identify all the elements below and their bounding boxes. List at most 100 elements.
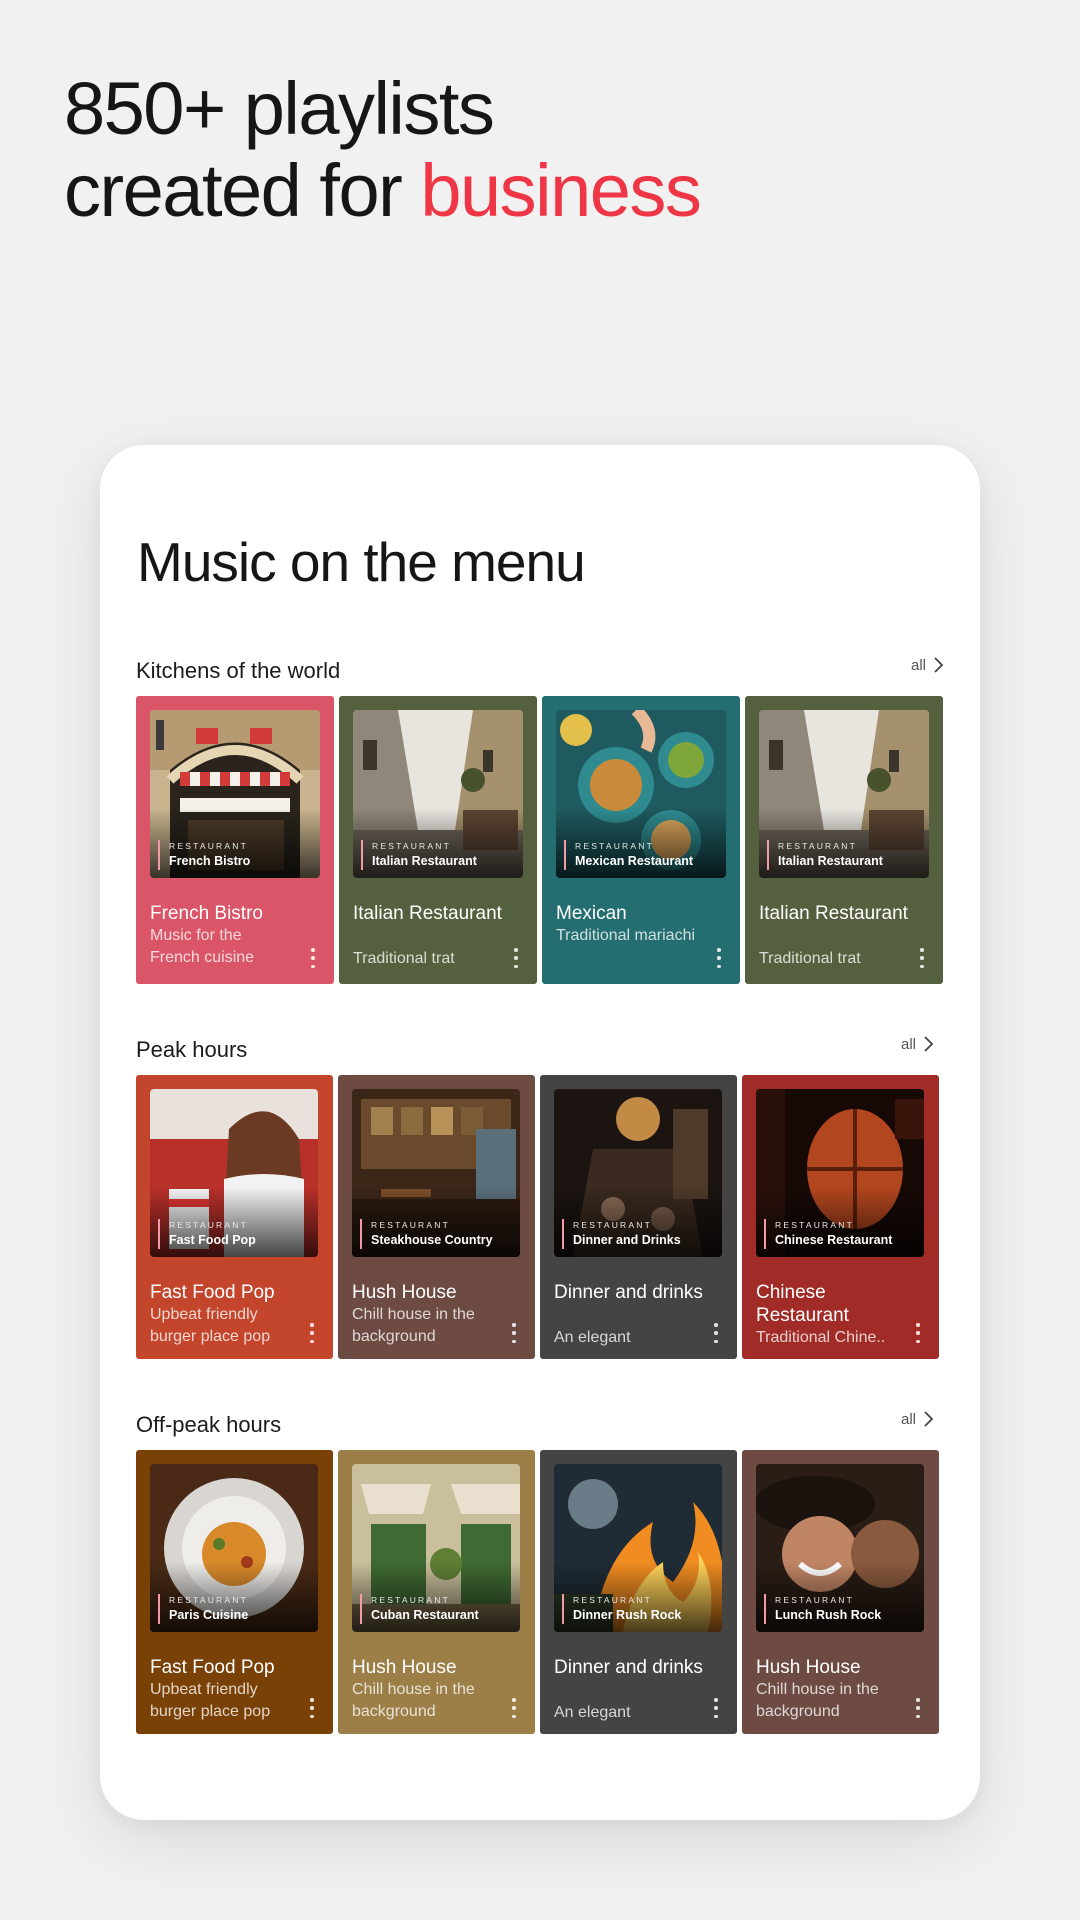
more-options-icon[interactable] — [714, 948, 724, 968]
section-kitchens-of-the-world: Kitchens of the world all RESTAURANT Fren… — [136, 650, 944, 984]
see-all-link[interactable]: all — [911, 656, 944, 674]
cover-playlist-name: Italian Restaurant — [372, 854, 477, 868]
cover-caption: RESTAURANT Paris Cuisine — [158, 1594, 248, 1624]
playlist-card-dinner-and-drinks[interactable]: RESTAURANT Dinner and Drinks Dinner and … — [540, 1075, 737, 1359]
cover-playlist-name: Dinner and Drinks — [573, 1233, 681, 1247]
more-options-icon[interactable] — [509, 1323, 519, 1343]
playlist-title: Italian Restaurant — [353, 903, 502, 924]
playlist-cover-image: RESTAURANT Chinese Restaurant — [756, 1089, 924, 1257]
cover-caption: RESTAURANT Fast Food Pop — [158, 1219, 256, 1249]
cover-category: RESTAURANT — [169, 841, 248, 851]
playlist-subtitle: Chill house in the background — [756, 1681, 879, 1720]
hero-line-1: 850+ playlists — [64, 67, 495, 150]
more-options-icon[interactable] — [917, 948, 927, 968]
playlist-cover-image: RESTAURANT Mexican Restaurant — [556, 710, 726, 878]
playlist-card-fast-food-pop[interactable]: RESTAURANT Paris Cuisine Fast Food Pop U… — [136, 1450, 333, 1734]
cover-playlist-name: Chinese Restaurant — [775, 1233, 893, 1247]
section-header: Off-peak hours all — [136, 1404, 944, 1444]
more-options-icon[interactable] — [913, 1698, 923, 1718]
playlist-title: French Bistro — [150, 903, 263, 924]
playlist-card-italian-restaurant[interactable]: RESTAURANT Italian Restaurant Italian Re… — [339, 696, 537, 984]
cover-playlist-name: Mexican Restaurant — [575, 854, 694, 868]
playlist-subtitle: Traditional mariachi — [556, 927, 696, 944]
more-options-icon[interactable] — [511, 948, 521, 968]
cover-playlist-name: Lunch Rush Rock — [775, 1608, 882, 1622]
playlist-card-mexican[interactable]: RESTAURANT Mexican Restaurant Mexican Tr… — [542, 696, 740, 984]
cover-category: RESTAURANT — [778, 841, 857, 851]
cover-playlist-name: Steakhouse Country — [371, 1233, 493, 1247]
playlist-card-hush-house[interactable]: RESTAURANT Steakhouse Country Hush House… — [338, 1075, 535, 1359]
playlist-card-chinese-restaurant[interactable]: RESTAURANT Chinese Restaurant Chinese Re… — [742, 1075, 939, 1359]
cover-caption: RESTAURANT Chinese Restaurant — [764, 1219, 892, 1249]
playlist-subtitle: Traditional Chine.. — [756, 1329, 886, 1346]
cover-caption: RESTAURANT Cuban Restaurant — [360, 1594, 479, 1624]
playlist-cover-image: RESTAURANT Cuban Restaurant — [352, 1464, 520, 1632]
more-options-icon[interactable] — [711, 1323, 721, 1343]
playlist-row: RESTAURANT Paris Cuisine Fast Food Pop U… — [136, 1450, 944, 1734]
playlist-subtitle: Music for the French cuisine — [150, 927, 255, 966]
cover-caption: RESTAURANT Dinner and Drinks — [562, 1219, 681, 1249]
see-all-label: all — [900, 1035, 916, 1053]
cover-category: RESTAURANT — [169, 1220, 248, 1230]
playlist-card-hush-house[interactable]: RESTAURANT Cuban Restaurant Hush House C… — [338, 1450, 535, 1734]
app-screen: Music on the menu Kitchens of the world a… — [100, 445, 980, 1820]
playlist-subtitle: Traditional trat — [759, 950, 861, 967]
playlist-cover-image: RESTAURANT Fast Food Pop — [150, 1089, 318, 1257]
playlist-card-italian-restaurant[interactable]: RESTAURANT Italian Restaurant Italian Re… — [745, 696, 943, 984]
section-off-peak-hours: Off-peak hours all RESTAURANT Paris Cuisi… — [136, 1404, 944, 1734]
cover-category: RESTAURANT — [575, 841, 654, 851]
playlist-title: Fast Food Pop — [150, 1282, 275, 1303]
playlist-card-french-bistro[interactable]: RESTAURANT French Bistro French Bistro M… — [136, 696, 334, 984]
see-all-link[interactable]: all — [901, 1410, 934, 1428]
playlist-card-hush-house[interactable]: RESTAURANT Lunch Rush Rock Hush House Ch… — [742, 1450, 939, 1734]
more-options-icon[interactable] — [711, 1698, 721, 1718]
cover-caption: RESTAURANT Mexican Restaurant — [564, 840, 693, 870]
cover-category: RESTAURANT — [371, 1220, 450, 1230]
cover-category: RESTAURANT — [169, 1595, 248, 1605]
hero-headline: 850+ playlists created for business — [64, 67, 702, 232]
playlist-subtitle: An elegant — [554, 1329, 631, 1346]
hero-line-2-prefix: created for — [64, 149, 421, 232]
cover-playlist-name: Dinner Rush Rock — [573, 1608, 682, 1622]
playlist-card-dinner-and-drinks[interactable]: RESTAURANT Dinner Rush Rock Dinner and d… — [540, 1450, 737, 1734]
cover-category: RESTAURANT — [371, 1595, 450, 1605]
section-peak-hours: Peak hours all RESTAURANT Fast Food Pop F… — [136, 1029, 944, 1359]
playlist-cover-image: RESTAURANT Steakhouse Country — [352, 1089, 520, 1257]
playlist-title: Hush House — [352, 1657, 457, 1678]
playlist-title: Hush House — [352, 1282, 457, 1303]
playlist-subtitle: Chill house in the background — [352, 1306, 475, 1345]
playlist-subtitle: Upbeat friendly burger place pop — [150, 1306, 271, 1345]
playlist-title: Dinner and drinks — [554, 1657, 703, 1678]
chevron-right-icon — [924, 1036, 934, 1052]
playlist-title: Dinner and drinks — [554, 1282, 703, 1303]
cover-playlist-name: Paris Cuisine — [169, 1608, 249, 1622]
section-header: Kitchens of the world all — [136, 650, 944, 690]
cover-playlist-name: Italian Restaurant — [778, 854, 883, 868]
see-all-link[interactable]: all — [901, 1035, 934, 1053]
cover-category: RESTAURANT — [372, 841, 451, 851]
cover-caption: RESTAURANT Steakhouse Country — [360, 1219, 493, 1249]
playlist-title: Italian Restaurant — [759, 903, 908, 924]
playlist-subtitle: Chill house in the background — [352, 1681, 475, 1720]
hero-accent-word: business — [420, 149, 702, 232]
more-options-icon[interactable] — [913, 1323, 923, 1343]
cover-category: RESTAURANT — [573, 1595, 652, 1605]
cover-caption: RESTAURANT Italian Restaurant — [361, 840, 477, 870]
playlist-cover-image: RESTAURANT French Bistro — [150, 710, 320, 878]
playlist-title: Fast Food Pop — [150, 1657, 275, 1678]
hero-line-2: created for business — [64, 149, 702, 232]
section-title: Peak hours — [136, 1037, 248, 1062]
cover-caption: RESTAURANT Dinner Rush Rock — [562, 1594, 681, 1624]
playlist-title: Mexican — [556, 903, 627, 924]
playlist-card-fast-food-pop[interactable]: RESTAURANT Fast Food Pop Fast Food Pop U… — [136, 1075, 333, 1359]
more-options-icon[interactable] — [308, 948, 318, 968]
playlist-cover-image: RESTAURANT Italian Restaurant — [353, 710, 523, 878]
more-options-icon[interactable] — [509, 1698, 519, 1718]
playlist-row: RESTAURANT French Bistro French Bistro M… — [136, 696, 944, 984]
see-all-label: all — [910, 656, 926, 674]
more-options-icon[interactable] — [307, 1698, 317, 1718]
playlist-cover-image: RESTAURANT Dinner and Drinks — [554, 1089, 722, 1257]
cover-caption: RESTAURANT Lunch Rush Rock — [764, 1594, 881, 1624]
more-options-icon[interactable] — [307, 1323, 317, 1343]
chevron-right-icon — [934, 657, 944, 673]
